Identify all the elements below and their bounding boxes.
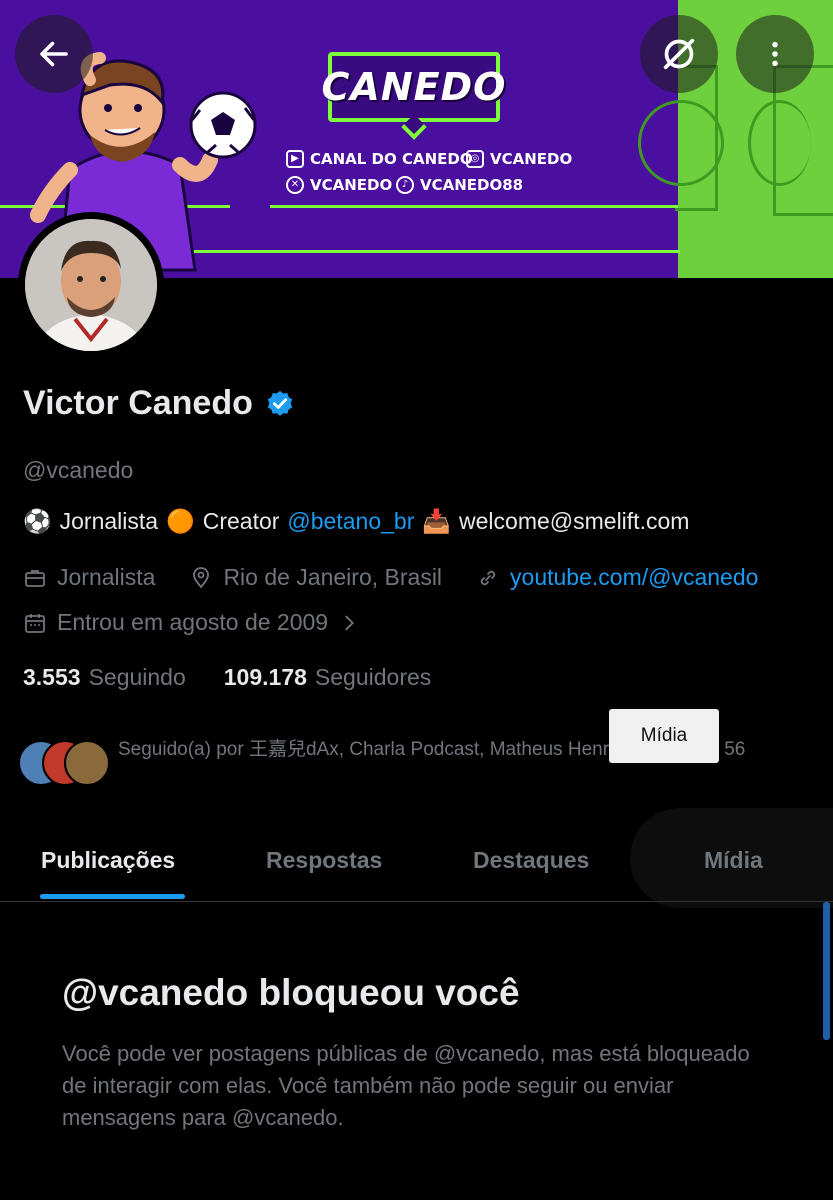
profile-handle: @vcanedo [23, 457, 134, 483]
profile-meta-row: Jornalista Rio de Janeiro, Brasil youtub… [23, 564, 758, 591]
social-youtube: ▶ CANAL DO CANEDO [286, 150, 473, 168]
social-label: CANAL DO CANEDO [310, 150, 473, 168]
inbox-tray-emoji: 📥 [422, 508, 452, 534]
link-icon [480, 570, 496, 585]
location-pin-icon [193, 566, 210, 588]
bio-text-1: Jornalista [59, 508, 159, 534]
tab-tooltip: Mídia [609, 709, 719, 763]
tab-midia[interactable]: Mídia [704, 820, 763, 900]
chevron-right-icon [345, 615, 355, 630]
profile-joined-row[interactable]: Entrou em agosto de 2009 [23, 609, 360, 636]
soccer-ball-emoji: ⚽ [23, 508, 52, 534]
back-arrow-icon [40, 41, 68, 67]
profile-avatar[interactable] [18, 212, 164, 358]
grok-button[interactable] [640, 15, 718, 93]
profile-tabs: Publicações Respostas Destaques Mídia [0, 820, 833, 900]
more-vertical-icon [772, 41, 778, 67]
bio-text-2: Creator [202, 508, 280, 534]
banner-line [270, 205, 678, 208]
calendar-icon [25, 613, 45, 633]
scrollbar[interactable] [823, 902, 830, 1040]
followers-label[interactable]: Seguidores [315, 664, 431, 691]
profile-website-link[interactable]: youtube.com/@vcanedo [510, 564, 758, 591]
back-button[interactable] [15, 15, 93, 93]
active-tab-indicator [40, 894, 185, 899]
tab-destaques[interactable]: Destaques [473, 820, 589, 900]
social-instagram: ◎ VCANEDO [466, 150, 572, 168]
instagram-icon: ◎ [466, 150, 484, 168]
profile-name-row: Victor Canedo [23, 384, 295, 423]
youtube-icon: ▶ [286, 150, 304, 168]
following-count[interactable]: 3.553 [23, 664, 81, 691]
social-label: VCANEDO [310, 176, 393, 194]
profile-profession: Jornalista [57, 564, 156, 590]
banner-logo: CANEDO [322, 52, 505, 122]
follow-stats: 3.553 Seguindo 109.178 Seguidores [23, 664, 431, 691]
followers-count[interactable]: 109.178 [224, 664, 307, 691]
tabs-divider [0, 901, 833, 902]
follower-avatar[interactable] [64, 740, 110, 786]
tab-publicacoes[interactable]: Publicações [41, 820, 175, 900]
avatar-photo [25, 219, 157, 351]
social-x: ✕ VCANEDO [286, 176, 392, 194]
profile-name: Victor Canedo [23, 384, 253, 422]
profile-joined: Entrou em agosto de 2009 [57, 609, 329, 635]
orange-circle-emoji: 🟠 [166, 508, 195, 534]
social-label: VCANEDO [490, 150, 573, 168]
profile-location: Rio de Janeiro, Brasil [223, 564, 443, 590]
bio-mention-link[interactable]: @betano_br [287, 508, 414, 535]
x-icon: ✕ [286, 176, 304, 194]
blocked-title: @vcanedo bloqueou você [62, 972, 520, 1013]
more-options-button[interactable] [736, 15, 814, 93]
bio-email: welcome@smelift.com [459, 508, 690, 534]
tiktok-icon: ♪ [396, 176, 414, 194]
following-label[interactable]: Seguindo [89, 664, 186, 691]
briefcase-icon [25, 569, 45, 587]
social-tiktok: ♪ VCANEDO88 [396, 176, 523, 194]
blocked-description: Você pode ver postagens públicas de @vca… [62, 1041, 750, 1130]
social-label: VCANEDO88 [420, 176, 524, 194]
grok-icon [663, 38, 695, 70]
profile-bio: ⚽ Jornalista 🟠 Creator @betano_br 📥 welc… [23, 508, 689, 535]
verified-badge-icon[interactable] [265, 389, 295, 419]
tab-respostas[interactable]: Respostas [266, 820, 382, 900]
